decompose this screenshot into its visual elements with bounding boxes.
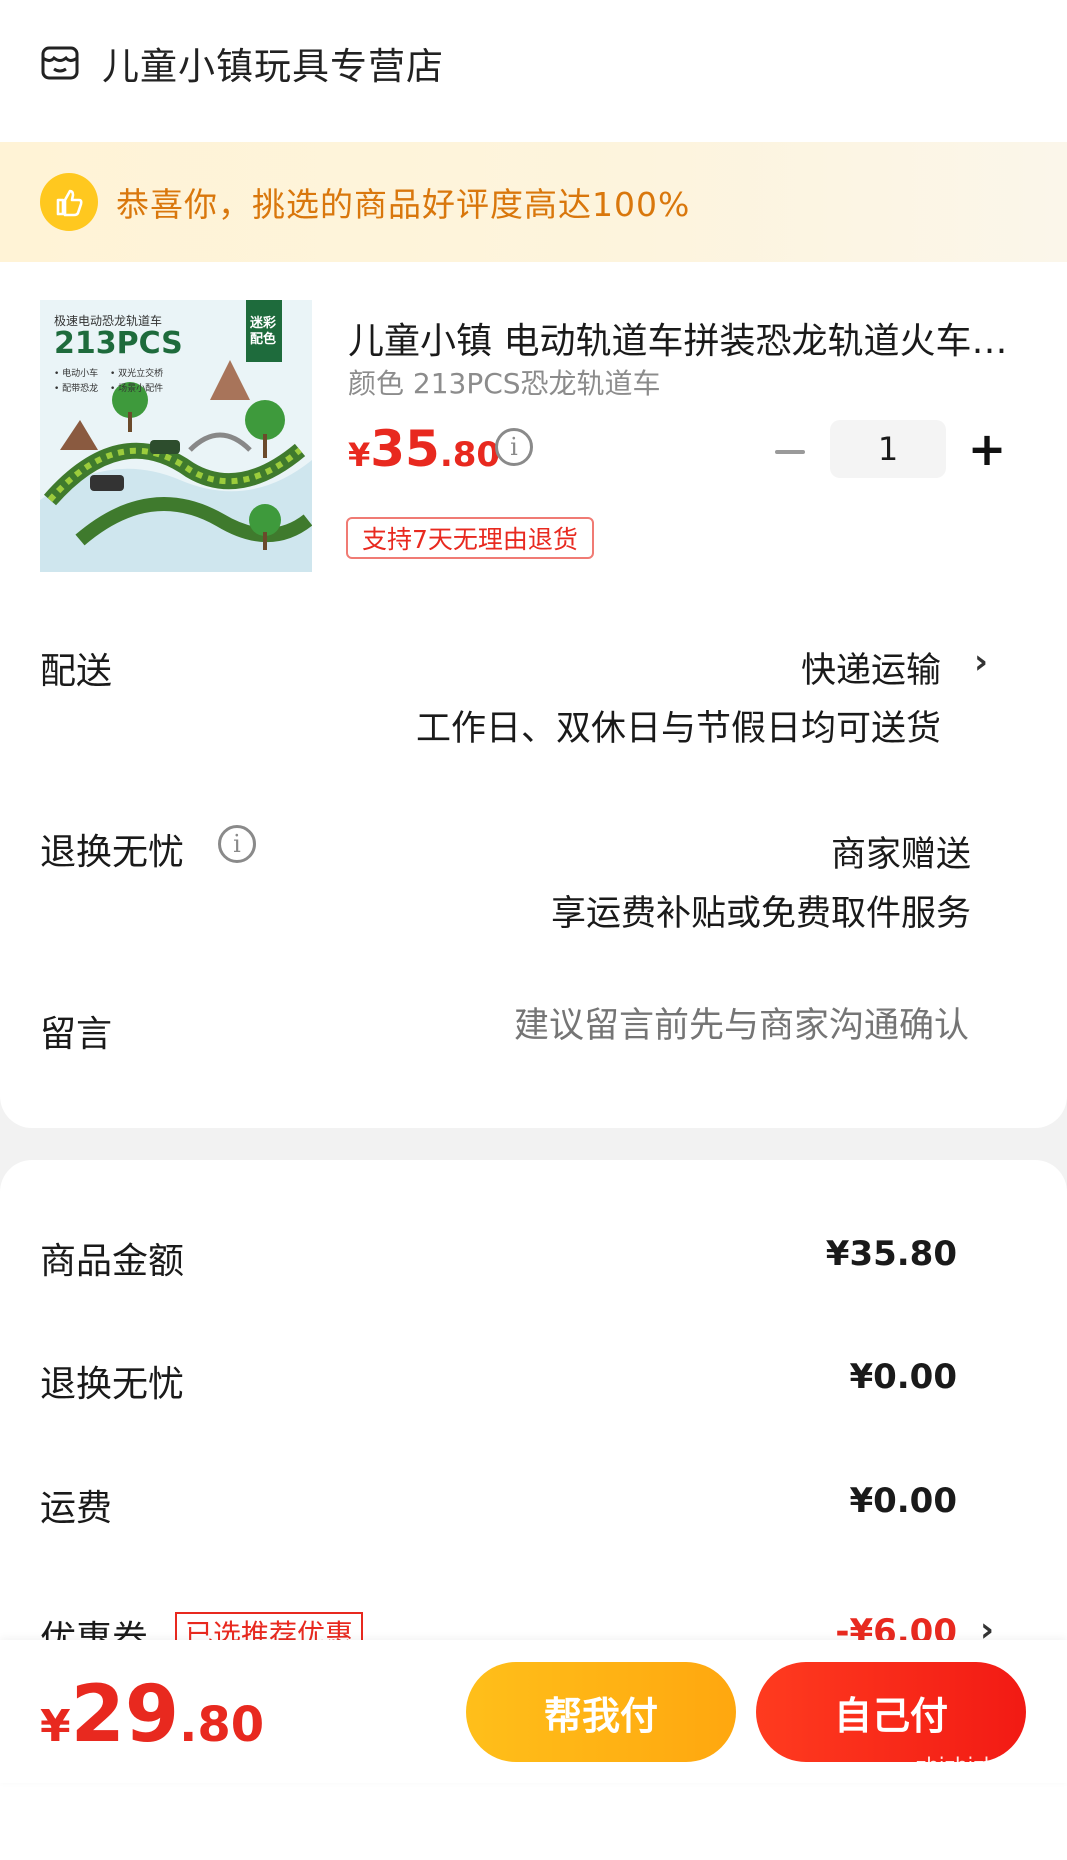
thumbs-up-icon — [40, 173, 98, 231]
shop-name: 儿童小镇玩具专营店 — [102, 45, 444, 88]
return-service-info-icon[interactable]: i — [218, 825, 256, 863]
total-price: ¥ 29 .80 — [40, 1670, 264, 1760]
price-integer: 35 — [370, 420, 440, 478]
help-me-pay-button[interactable]: 帮我付 — [466, 1662, 736, 1762]
quantity-input[interactable]: 1 — [830, 420, 946, 478]
delivery-method[interactable]: 快递运输 — [801, 642, 941, 693]
minus-icon — [775, 450, 805, 454]
watermark: zhizhizhi.com — [915, 1753, 1051, 1777]
shipping-label: 运费 — [40, 1488, 113, 1529]
image-bullet: • 配带恐龙 — [54, 384, 99, 394]
shop-icon — [41, 46, 79, 80]
image-big-text: 213PCS — [54, 326, 183, 361]
order-card: 儿童小镇玩具专营店 恭喜你，挑选的商品好评度高达100% 极速电动恐龙轨道车 2… — [0, 0, 1067, 1128]
quantity-increase-button[interactable]: + — [964, 426, 1010, 472]
goods-amount-label: 商品金额 — [40, 1241, 185, 1282]
return-service-label: 退换无忧 — [40, 832, 185, 873]
total-symbol: ¥ — [40, 1701, 71, 1752]
image-bullet: • 双光立交桥 — [110, 369, 164, 379]
shipping-value: ¥0.00 — [849, 1481, 957, 1521]
return-service-value: 商家赠送 — [830, 835, 971, 875]
total-decimal: .80 — [179, 1697, 265, 1753]
product-title[interactable]: 儿童小镇 电动轨道车拼装恐龙轨道火车玩具 — [348, 312, 1018, 364]
return-service-note: 享运费补贴或免费取件服务 — [550, 894, 971, 934]
price-symbol: ¥ — [348, 436, 371, 474]
product-image[interactable]: 极速电动恐龙轨道车 213PCS 迷彩 配色 • 电动小车 • 双光立交桥 • … — [40, 300, 312, 572]
return-policy-tag: 支持7天无理由退货 — [346, 517, 594, 559]
checkout-bar: ¥ 29 .80 帮我付 自己付 zhizhizhi.com — [0, 1640, 1067, 1783]
return-fee-value: ¥0.00 — [849, 1357, 957, 1397]
product-variant[interactable]: 颜色 213PCS恐龙轨道车 — [348, 362, 661, 402]
rating-banner-text: 恭喜你，挑选的商品好评度高达100% — [116, 185, 691, 224]
quantity-decrease-button[interactable] — [770, 432, 810, 472]
return-fee-label: 退换无忧 — [40, 1364, 185, 1405]
shop-header[interactable]: 儿童小镇玩具专营店 — [40, 30, 444, 96]
total-integer: 29 — [70, 1670, 180, 1760]
goods-amount-value: ¥35.80 — [825, 1234, 957, 1274]
rating-banner: 恭喜你，挑选的商品好评度高达100% — [0, 142, 1067, 262]
product-price: ¥ 35 .80 — [348, 420, 500, 478]
price-decimal: .80 — [439, 435, 501, 475]
delivery-note: 工作日、双休日与节假日均可送货 — [415, 709, 941, 749]
pay-myself-button[interactable]: 自己付 — [756, 1662, 1026, 1762]
image-bullet: • 电动小车 — [54, 369, 99, 379]
delivery-chevron-right-icon[interactable]: › — [974, 642, 988, 682]
price-info-icon[interactable]: i — [495, 428, 533, 466]
image-badge: 迷彩 配色 — [250, 316, 277, 347]
message-input[interactable] — [407, 1005, 971, 1047]
message-label: 留言 — [40, 1014, 113, 1055]
delivery-label: 配送 — [40, 651, 113, 692]
image-bullets: • 电动小车 • 双光立交桥 • 配带恐龙 • 场景小配件 — [54, 366, 170, 394]
image-bullet: • 场景小配件 — [110, 384, 164, 394]
